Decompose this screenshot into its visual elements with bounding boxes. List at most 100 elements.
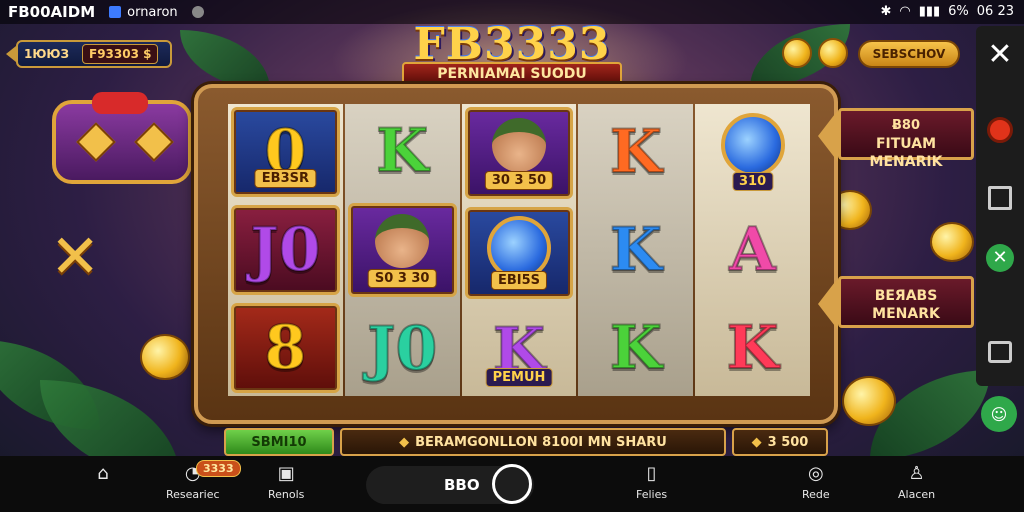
info-bar: SBMI10 ◆ BERAMGONLLON 8100I MN SHARU ◆ 3… xyxy=(224,428,828,456)
ribbon-icon xyxy=(92,92,148,114)
symbol-tag: EBI5S xyxy=(490,271,548,290)
bottom-nav: ⌂ ◔ Researiec 3333 ▣ Renols BBO ▯ Felies… xyxy=(0,456,1024,512)
reel-grid[interactable]: 0 EB3SR J0 8 K S0 3 30 J0 30 3 50 EBI5S K PEMUH K K K… xyxy=(228,104,810,396)
palm-leaf xyxy=(180,30,270,90)
win-display: ◆ 3 500 xyxy=(732,428,828,456)
reel-symbol[interactable]: 0 EB3SR xyxy=(231,107,340,197)
feature-banner-top[interactable]: Ƀ80 FITUAM MENARIK xyxy=(838,108,974,170)
symbol-glyph: J0 xyxy=(366,314,438,384)
symbol-glyph: 8 xyxy=(264,313,308,383)
character-portrait-icon xyxy=(491,118,546,172)
gem-icon xyxy=(134,122,174,162)
banner-top-line3: MENARIK xyxy=(869,154,943,170)
info-message-text: BERAMGONLLON 8100I MN SHARU xyxy=(415,434,667,450)
screenshot-icon[interactable] xyxy=(984,336,1016,368)
reel-symbol[interactable]: K xyxy=(348,107,457,195)
battery-level: 6% xyxy=(948,4,969,19)
star-icon: ◆ xyxy=(751,434,762,450)
chat-icon[interactable]: ☺ xyxy=(981,396,1017,432)
reel-symbol[interactable]: K xyxy=(581,107,690,197)
symbol-glyph: K xyxy=(725,313,779,383)
star-icon: ◆ xyxy=(399,434,410,450)
bet-button[interactable]: SBMI10 xyxy=(224,428,334,456)
compass-icon: ◎ xyxy=(807,462,824,484)
reel-symbol[interactable]: 30 3 50 xyxy=(464,107,574,199)
nav-rede[interactable]: ◎ Rede xyxy=(802,462,830,502)
side-panel: ✕ ✕ xyxy=(976,26,1024,386)
home-icon: ⌂ xyxy=(97,462,109,484)
gem-icon xyxy=(76,122,116,162)
balance-pill[interactable]: 1ЮЮЗ F93303 $ xyxy=(6,40,172,68)
symbol-glyph: J0 xyxy=(249,215,321,285)
coin-icon xyxy=(930,222,974,262)
reel-column: 310 A K xyxy=(695,104,810,396)
reel-symbol[interactable]: 8 xyxy=(231,303,340,393)
home-circle-icon xyxy=(492,464,532,504)
wild-emblem-icon xyxy=(720,113,785,177)
cross-symbol-icon: ✕ xyxy=(50,222,101,292)
feature-banner-bottom[interactable]: BEЯABS MENARK xyxy=(838,276,974,328)
nav-label: Alacen xyxy=(898,488,936,501)
coin-icon xyxy=(818,38,848,68)
reel-column: 30 3 50 EBI5S K PEMUH xyxy=(461,104,577,396)
reel-symbol[interactable]: J0 xyxy=(231,205,340,295)
status-right: ✱ ◠ ▮▮▮ 6% 06 23 xyxy=(880,4,1014,19)
win-value: 3 500 xyxy=(767,434,809,450)
symbol-glyph: K xyxy=(609,215,663,285)
phone-icon: ▯ xyxy=(646,462,657,484)
home-pill[interactable]: BBO xyxy=(366,464,534,504)
reel-symbol[interactable]: J0 xyxy=(348,305,457,393)
coin-icon xyxy=(140,334,190,380)
status-operator: ornaron xyxy=(109,5,204,20)
window-icon[interactable] xyxy=(984,182,1016,214)
status-app-name: FB00AIDM xyxy=(8,3,96,21)
back-arrow-icon[interactable] xyxy=(6,46,16,62)
wifi-icon: ◠ xyxy=(899,4,911,19)
banner-arrow xyxy=(818,110,838,162)
record-icon[interactable] xyxy=(984,114,1016,146)
symbol-tag: S0 3 30 xyxy=(367,269,437,288)
symbol-tag: PEMUH xyxy=(485,368,553,387)
balance-value: F93303 $ xyxy=(82,44,159,64)
nav-label: Rede xyxy=(802,488,830,501)
nav-label: Felies xyxy=(636,488,668,501)
reel-symbol[interactable]: K PEMUH xyxy=(465,307,574,393)
notification-icon xyxy=(191,6,204,18)
promo-pill[interactable]: SEBSCHOV xyxy=(858,40,960,68)
banner-top-line1: Ƀ80 xyxy=(892,118,920,133)
nav-alacen[interactable]: ♙ Alacen xyxy=(898,462,936,502)
game-logo: FB3333 PERNIAMAI SUODU xyxy=(400,22,624,86)
nav-felies[interactable]: ▯ Felies xyxy=(636,462,668,502)
coin-icon xyxy=(782,38,812,68)
reel-symbol[interactable]: K xyxy=(581,205,690,295)
symbol-tag: 30 3 50 xyxy=(484,171,554,190)
balance-label: 1ЮЮЗ xyxy=(24,47,70,61)
operator-icon xyxy=(109,6,122,18)
reel-symbol[interactable]: A xyxy=(698,205,807,295)
banner-arrow xyxy=(818,278,838,330)
clock-time: 06 23 xyxy=(976,4,1014,19)
close-icon[interactable]: ✕ xyxy=(984,37,1016,72)
nav-renols[interactable]: ▣ Renols xyxy=(268,462,304,502)
reel-symbol[interactable]: 310 xyxy=(698,107,807,197)
symbol-glyph: K xyxy=(375,116,429,186)
reel-column: K S0 3 30 J0 xyxy=(344,104,460,396)
nav-label: Researiec xyxy=(166,488,220,501)
share-icon[interactable]: ✕ xyxy=(984,242,1016,274)
symbol-glyph: K xyxy=(609,313,663,383)
reel-symbol[interactable]: S0 3 30 xyxy=(347,203,457,297)
symbol-tag: EB3SR xyxy=(254,169,316,188)
reel-symbol[interactable]: K xyxy=(698,303,807,393)
signal-icon: ▮▮▮ xyxy=(918,4,941,19)
user-icon: ♙ xyxy=(908,462,925,484)
banner-bottom-line2: MENARK xyxy=(872,306,940,322)
reel-symbol[interactable]: K xyxy=(581,303,690,393)
character-portrait-icon xyxy=(375,214,430,268)
banner-top-line2: FITUAM xyxy=(875,136,937,152)
info-message: ◆ BERAMGONLLON 8100I MN SHARU xyxy=(340,428,726,456)
home-pill-text: BBO xyxy=(444,476,480,494)
coin-icon xyxy=(842,376,896,426)
refresh-icon: ▣ xyxy=(277,462,295,484)
nav-home[interactable]: ⌂ xyxy=(90,462,116,484)
reel-symbol[interactable]: EBI5S xyxy=(464,207,574,299)
